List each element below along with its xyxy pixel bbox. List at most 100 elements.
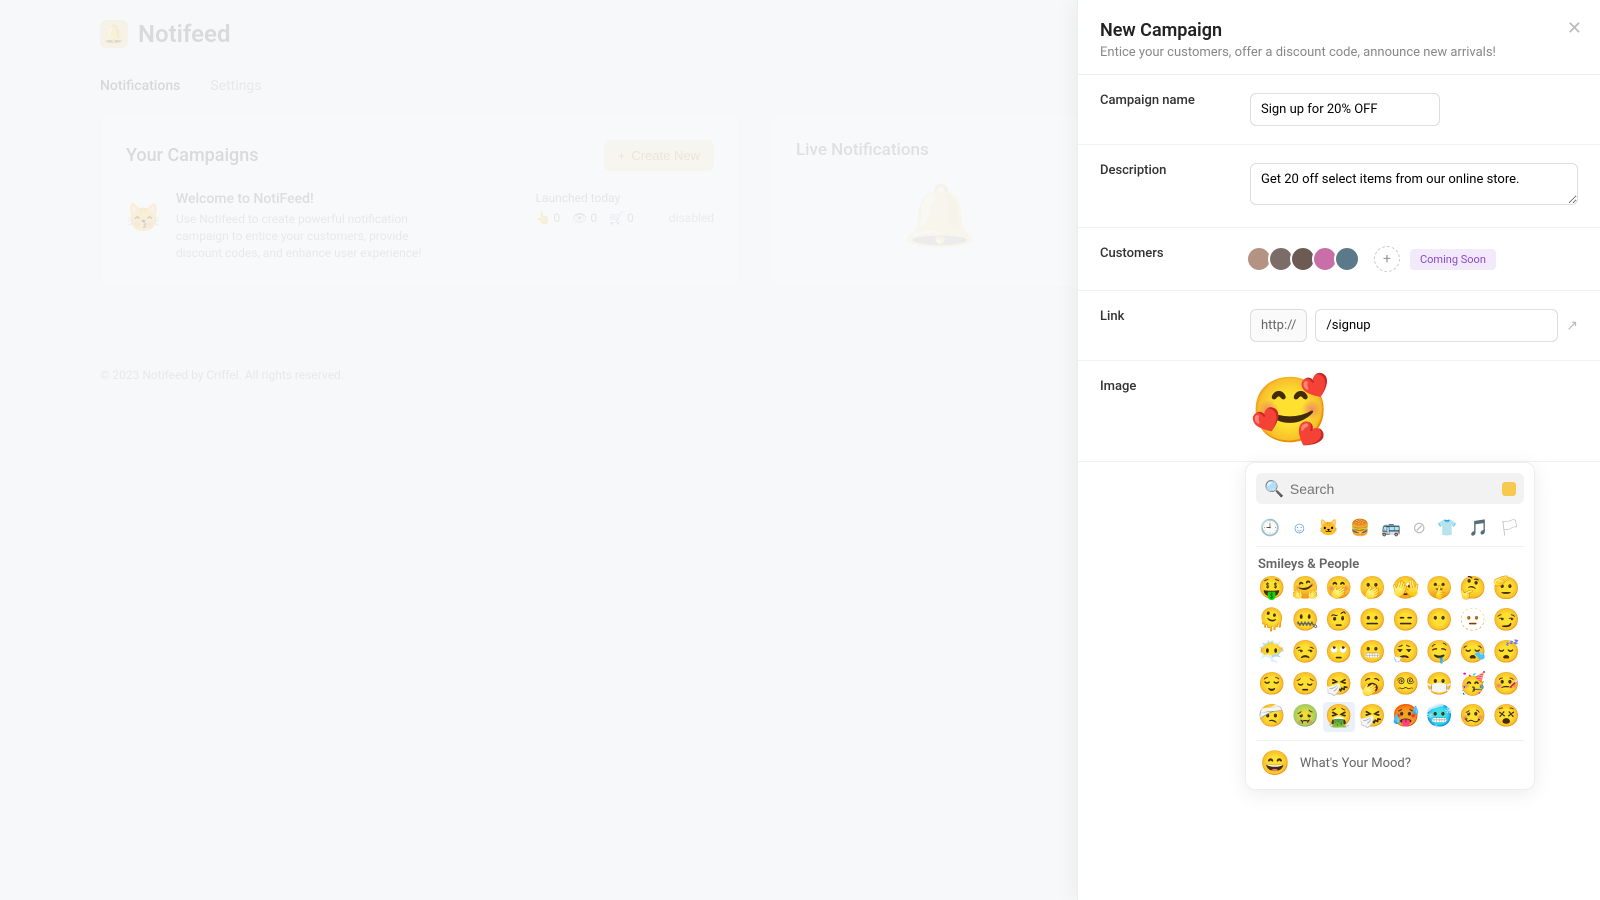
field-description: Description Get 20 off select items from… bbox=[1078, 145, 1600, 228]
emoji-cell[interactable]: 😪 bbox=[1457, 638, 1489, 668]
emoji-grid: 🤑🤗🤭🫢🫣🤫🤔🫡🫠🤐🤨😐😑😶🫥😏😶‍🌫️😒🙄😬😮‍💨🤤😪😴😌😔🤧🥱😵‍💫😷🥳🤒🤕… bbox=[1256, 574, 1524, 732]
stat-clicks: 👆 0 bbox=[535, 211, 560, 225]
field-link: Link http:// ↗ bbox=[1078, 291, 1600, 361]
emoji-cell[interactable]: 🥳 bbox=[1457, 670, 1489, 700]
campaign-name-input[interactable] bbox=[1250, 93, 1440, 126]
emoji-cell[interactable]: 🤔 bbox=[1457, 574, 1489, 604]
skin-tone-button[interactable] bbox=[1502, 482, 1516, 496]
label-link: Link bbox=[1100, 309, 1250, 342]
campaign-title: Welcome to NotiFeed! bbox=[176, 191, 521, 207]
emoji-cell[interactable]: 🥶 bbox=[1424, 702, 1456, 732]
brand-name: Notifeed bbox=[138, 20, 230, 48]
campaigns-card: Your Campaigns + Create New 😽 Welcome to… bbox=[100, 114, 740, 287]
emoji-cell[interactable]: 😵 bbox=[1491, 702, 1523, 732]
emoji-cell[interactable]: 😴 bbox=[1491, 638, 1523, 668]
campaign-launched: Launched today bbox=[535, 191, 633, 205]
emoji-category[interactable]: 🕘 bbox=[1260, 518, 1280, 538]
emoji-cell[interactable]: 🤤 bbox=[1424, 638, 1456, 668]
label-customers: Customers bbox=[1100, 246, 1250, 272]
emoji-cell[interactable]: 🫡 bbox=[1491, 574, 1523, 604]
emoji-category[interactable]: 👕 bbox=[1437, 518, 1457, 538]
label-image: Image bbox=[1100, 379, 1250, 394]
emoji-cell[interactable]: 🫣 bbox=[1390, 574, 1422, 604]
emoji-cell[interactable]: 🫠 bbox=[1256, 606, 1288, 636]
campaign-emoji: 😽 bbox=[126, 201, 161, 234]
stat-views: 👁 0 bbox=[572, 211, 597, 225]
emoji-category[interactable]: 🎵 bbox=[1468, 518, 1488, 538]
emoji-category[interactable]: ☺ bbox=[1291, 518, 1307, 538]
emoji-cell[interactable]: 🫥 bbox=[1457, 606, 1489, 636]
emoji-cell[interactable]: 🤫 bbox=[1424, 574, 1456, 604]
emoji-cell[interactable]: 😬 bbox=[1357, 638, 1389, 668]
tab-notifications[interactable]: Notifications bbox=[100, 78, 180, 94]
live-bell-icon: 🔔 bbox=[796, 180, 1084, 251]
campaign-desc: Use Notifeed to create powerful notifica… bbox=[176, 211, 436, 261]
emoji-category[interactable]: ⊘ bbox=[1413, 518, 1426, 538]
emoji-category[interactable]: 🏳 bbox=[1500, 518, 1520, 538]
create-new-button[interactable]: + Create New bbox=[604, 140, 714, 171]
link-prefix: http:// bbox=[1250, 309, 1307, 342]
emoji-cell[interactable]: 😐 bbox=[1357, 606, 1389, 636]
emoji-cell[interactable]: 🤢 bbox=[1290, 702, 1322, 732]
search-icon: 🔍 bbox=[1264, 479, 1284, 498]
emoji-cell[interactable]: 🥱 bbox=[1357, 670, 1389, 700]
emoji-cell[interactable]: 🤧 bbox=[1357, 702, 1389, 732]
plus-icon: + bbox=[618, 148, 626, 163]
avatar bbox=[1334, 246, 1360, 272]
emoji-picker: 🔍 🕘 ☺ 🐱 🍔 🚌 ⊘ 👕 🎵 🏳 Smileys & People 🤑🤗🤭🫢🫣🤫🤔🫡 🫠🤐🤨… bbox=[1245, 462, 1535, 790]
emoji-cell[interactable]: 😑 bbox=[1390, 606, 1422, 636]
emoji-cell[interactable]: 😷 bbox=[1424, 670, 1456, 700]
emoji-cell[interactable]: 😮‍💨 bbox=[1390, 638, 1422, 668]
description-input[interactable]: Get 20 off select items from our online … bbox=[1250, 163, 1578, 205]
close-icon[interactable]: ✕ bbox=[1567, 18, 1582, 39]
link-input[interactable] bbox=[1315, 309, 1558, 342]
emoji-cell[interactable]: 😵‍💫 bbox=[1390, 670, 1422, 700]
brand-icon: 🔔 bbox=[100, 20, 128, 48]
emoji-category[interactable]: 🐱 bbox=[1319, 518, 1339, 538]
emoji-cell[interactable]: 🥴 bbox=[1457, 702, 1489, 732]
emoji-cell[interactable]: 🤐 bbox=[1290, 606, 1322, 636]
emoji-cell[interactable]: 🤒 bbox=[1491, 670, 1523, 700]
live-card: Live Notifications 🔔 bbox=[770, 114, 1110, 287]
drawer-title: New Campaign bbox=[1100, 20, 1578, 41]
campaigns-title: Your Campaigns bbox=[126, 145, 259, 166]
live-title: Live Notifications bbox=[796, 140, 1084, 160]
customer-avatars bbox=[1250, 246, 1360, 272]
emoji-section-title: Smileys & People bbox=[1258, 557, 1522, 572]
emoji-cell[interactable]: 🤑 bbox=[1256, 574, 1288, 604]
field-customers: Customers + Coming Soon bbox=[1078, 228, 1600, 291]
emoji-cell[interactable]: 🤕 bbox=[1256, 702, 1288, 732]
emoji-cell[interactable]: 😶‍🌫️ bbox=[1256, 638, 1288, 668]
emoji-categories: 🕘 ☺ 🐱 🍔 🚌 ⊘ 👕 🎵 🏳 bbox=[1256, 514, 1524, 547]
field-campaign-name: Campaign name bbox=[1078, 75, 1600, 145]
emoji-cell[interactable]: 😒 bbox=[1290, 638, 1322, 668]
coming-soon-badge: Coming Soon bbox=[1410, 249, 1496, 270]
emoji-cell[interactable]: 🙄 bbox=[1323, 638, 1355, 668]
campaign-item[interactable]: 😽 Welcome to NotiFeed! Use Notifeed to c… bbox=[126, 191, 714, 261]
emoji-cell[interactable]: 🤮 bbox=[1323, 702, 1355, 732]
emoji-search-input[interactable] bbox=[1290, 481, 1496, 497]
label-campaign-name: Campaign name bbox=[1100, 93, 1250, 126]
selected-emoji[interactable]: 🥰 bbox=[1250, 379, 1578, 443]
stat-carts: 🛒 0 bbox=[609, 211, 634, 225]
emoji-cell[interactable]: 😌 bbox=[1256, 670, 1288, 700]
emoji-cell[interactable]: 😶 bbox=[1424, 606, 1456, 636]
emoji-cell[interactable]: 😏 bbox=[1491, 606, 1523, 636]
emoji-cell[interactable]: 😔 bbox=[1290, 670, 1322, 700]
picker-footer-text: What's Your Mood? bbox=[1300, 756, 1411, 771]
picker-footer-emoji: 😄 bbox=[1260, 749, 1290, 777]
emoji-cell[interactable]: 🥵 bbox=[1390, 702, 1422, 732]
emoji-cell[interactable]: 🤗 bbox=[1290, 574, 1322, 604]
emoji-cell[interactable]: 🫢 bbox=[1357, 574, 1389, 604]
add-customer-button[interactable]: + bbox=[1374, 246, 1400, 272]
tab-settings[interactable]: Settings bbox=[210, 78, 261, 94]
emoji-category[interactable]: 🚌 bbox=[1381, 518, 1401, 538]
create-new-label: Create New bbox=[631, 148, 700, 163]
emoji-category[interactable]: 🍔 bbox=[1350, 518, 1370, 538]
external-link-icon[interactable]: ↗ bbox=[1566, 318, 1578, 334]
emoji-cell[interactable]: 🤧 bbox=[1323, 670, 1355, 700]
emoji-cell[interactable]: 🤭 bbox=[1323, 574, 1355, 604]
new-campaign-drawer: New Campaign Entice your customers, offe… bbox=[1077, 0, 1600, 900]
emoji-cell[interactable]: 🤨 bbox=[1323, 606, 1355, 636]
label-description: Description bbox=[1100, 163, 1250, 209]
